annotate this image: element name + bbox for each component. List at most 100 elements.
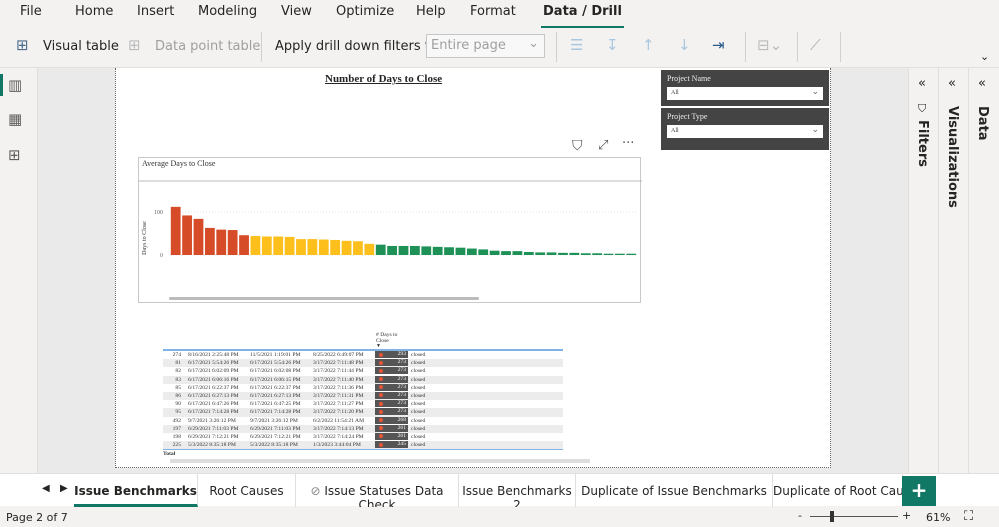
table-scrollbar[interactable]	[170, 459, 590, 463]
zoom-in-button[interactable]: +	[902, 509, 911, 522]
table-row[interactable]: 81 6/17/2021 5:54:26 PM 6/17/2021 5:54:26 …	[163, 359, 563, 368]
table-view-icon[interactable]: ▦	[8, 110, 22, 128]
drill-up-icon[interactable]: ↑	[642, 36, 655, 54]
menu-data-drill[interactable]: Data / Drill	[541, 4, 624, 29]
slicer-dropdown[interactable]: All	[667, 124, 823, 138]
menu-insert[interactable]: Insert	[137, 4, 174, 19]
status-cell: closed	[411, 425, 426, 432]
status-cell: closed	[411, 360, 426, 367]
visualizations-pane[interactable]: « Visualizations	[938, 68, 968, 473]
zoom-out-button[interactable]: -	[798, 509, 802, 522]
page-tab[interactable]: Root Causes	[198, 474, 296, 507]
slicer-dropdown[interactable]: All	[667, 86, 823, 100]
table-header-days[interactable]: # Days to Close ▼	[376, 332, 406, 349]
page-tab[interactable]: Duplicate of Issue Benchmarks	[576, 474, 773, 507]
table-cell: 6/29/2021 7:11:03 PM	[250, 425, 301, 432]
focus-mode-icon[interactable]: ⤢	[598, 138, 608, 153]
menu-file[interactable]: File	[20, 4, 42, 19]
table-cell: 6/17/2021 6:06:16 PM	[188, 376, 239, 383]
expand-level-icon[interactable]: ☰	[570, 36, 583, 54]
report-view-icon[interactable]: ▥	[8, 76, 22, 94]
table-row[interactable]: 95 6/17/2021 7:14:28 PM 6/17/2021 7:14:28 …	[163, 408, 563, 417]
group-icon[interactable]: ⊟⌄	[757, 36, 782, 54]
menu-home[interactable]: Home	[75, 4, 113, 19]
collapse-icon[interactable]: «	[948, 76, 956, 91]
drill-through-icon[interactable]: ⇥	[712, 36, 725, 54]
table-cell: 3/17/2022 7:11:48 PM	[313, 360, 364, 367]
bar	[535, 252, 546, 255]
filters-pane[interactable]: « ⛉ Filters	[908, 68, 938, 473]
menu-optimize[interactable]: Optimize	[336, 4, 394, 19]
table-row[interactable]: 90 6/17/2021 6:47:26 PM 6/17/2021 6:47:25 …	[163, 400, 563, 408]
days-value: 261	[397, 424, 406, 431]
table-row[interactable]: 197 6/29/2021 7:11:03 PM 6/29/2021 7:11:03…	[163, 424, 563, 433]
chart-settings-icon[interactable]: ⟋	[810, 36, 821, 54]
table-row[interactable]: 198 6/29/2021 7:12:21 PM 6/29/2021 7:12:21…	[163, 432, 563, 441]
drill-all-icon[interactable]: ↧	[606, 36, 619, 54]
table-cell: 6/29/2021 7:11:03 PM	[188, 425, 239, 432]
drill-down-icon[interactable]: ↓	[678, 36, 691, 54]
bar-chart[interactable]: Average Days to Close 0 100 Days to Close	[138, 157, 642, 303]
next-page-icon[interactable]: ▶	[60, 483, 68, 494]
prev-page-icon[interactable]: ◀	[42, 483, 50, 494]
status-dot-icon	[379, 385, 383, 390]
status-dot-icon	[379, 434, 383, 439]
menu-format[interactable]: Format	[470, 4, 516, 19]
bar	[307, 239, 318, 255]
ribbon-collapse-icon[interactable]: ⌄	[980, 50, 989, 63]
data-pane[interactable]: « Data	[968, 68, 998, 473]
days-value: 293	[397, 351, 406, 357]
table-cell: 6/29/2021 7:12:21 PM	[250, 433, 301, 440]
bar	[318, 239, 329, 255]
table-cell: 492	[172, 417, 181, 424]
fit-to-page-icon[interactable]: ⛶	[964, 509, 973, 524]
apply-drill-label: Apply drill down filters to	[275, 39, 438, 54]
page-tab[interactable]: Issue Benchmarks 2	[459, 474, 576, 512]
page-tab[interactable]: ⊘ Issue Statuses Data Check	[296, 474, 459, 512]
bar	[341, 240, 352, 255]
table-row[interactable]: 83 6/17/2021 6:06:16 PM 6/17/2021 6:06:15 …	[163, 375, 563, 384]
slicer-project-name[interactable]: Project Name All	[661, 70, 829, 106]
divider	[261, 32, 262, 62]
filter-icon[interactable]: ⛉	[572, 138, 583, 154]
data-table[interactable]: 274 8/16/2021 2:25:48 PM 11/5/2021 1:19:01…	[163, 349, 563, 457]
bar	[239, 235, 249, 255]
zoom-slider[interactable]	[810, 516, 898, 517]
days-value: 245	[397, 441, 406, 448]
page-tab[interactable]: Duplicate of Root Caus	[773, 474, 903, 507]
collapse-icon[interactable]: «	[918, 76, 926, 91]
table-row[interactable]: 82 6/17/2021 6:02:09 PM 6/17/2021 6:02:08 …	[163, 367, 563, 375]
add-page-button[interactable]: +	[902, 476, 936, 506]
visualizations-label: Visualizations	[945, 106, 960, 208]
bar	[603, 253, 614, 255]
table-row[interactable]: 86 6/17/2021 6:27:13 PM 6/17/2021 6:27:13 …	[163, 391, 563, 401]
more-options-icon[interactable]: ···	[622, 136, 634, 151]
table-cell: 6/17/2021 6:02:09 PM	[188, 368, 239, 375]
days-cell: 273	[375, 375, 408, 383]
status-cell: closed	[411, 409, 426, 416]
menu-help[interactable]: Help	[416, 4, 446, 19]
right-panes: « ⛉ Filters « Visualizations « Data	[908, 68, 999, 473]
drill-scope-dropdown[interactable]: Entire page ⌄	[426, 34, 545, 58]
zoom-slider-thumb[interactable]	[830, 511, 834, 522]
days-value: 273	[397, 391, 406, 398]
table-row[interactable]: 225 5/3/2022 8:35:18 PM 5/3/2022 8:35:18 P…	[163, 441, 563, 450]
table-row[interactable]: 492 9/7/2021 3:26:12 PM 9/7/2021 3:26:12 P…	[163, 416, 563, 425]
page-tab[interactable]: Issue Benchmarks	[74, 474, 198, 507]
table-cell: 6/17/2021 6:27:13 PM	[188, 392, 239, 399]
status-dot-icon	[379, 360, 383, 365]
menu-view[interactable]: View	[281, 4, 312, 19]
y-tick-label: 100	[154, 210, 163, 216]
data-point-table-button[interactable]: Data point table	[155, 39, 260, 54]
page-tabs: ◀ ▶ Issue Benchmarks Root Causes ⊘ Issue…	[0, 473, 999, 512]
chart-scrollbar	[169, 297, 479, 300]
collapse-icon[interactable]: «	[978, 76, 986, 91]
table-body: 274 8/16/2021 2:25:48 PM 11/5/2021 1:19:01…	[163, 351, 563, 450]
divider	[840, 32, 841, 62]
visual-table-button[interactable]: Visual table	[43, 39, 119, 54]
menu-modeling[interactable]: Modeling	[198, 4, 257, 19]
table-row[interactable]: 85 6/17/2021 6:22:37 PM 6/17/2021 6:22:37 …	[163, 383, 563, 392]
table-row[interactable]: 274 8/16/2021 2:25:48 PM 11/5/2021 1:19:01…	[163, 351, 563, 359]
slicer-project-type[interactable]: Project Type All	[661, 108, 829, 150]
model-view-icon[interactable]: ⊞	[8, 146, 21, 164]
